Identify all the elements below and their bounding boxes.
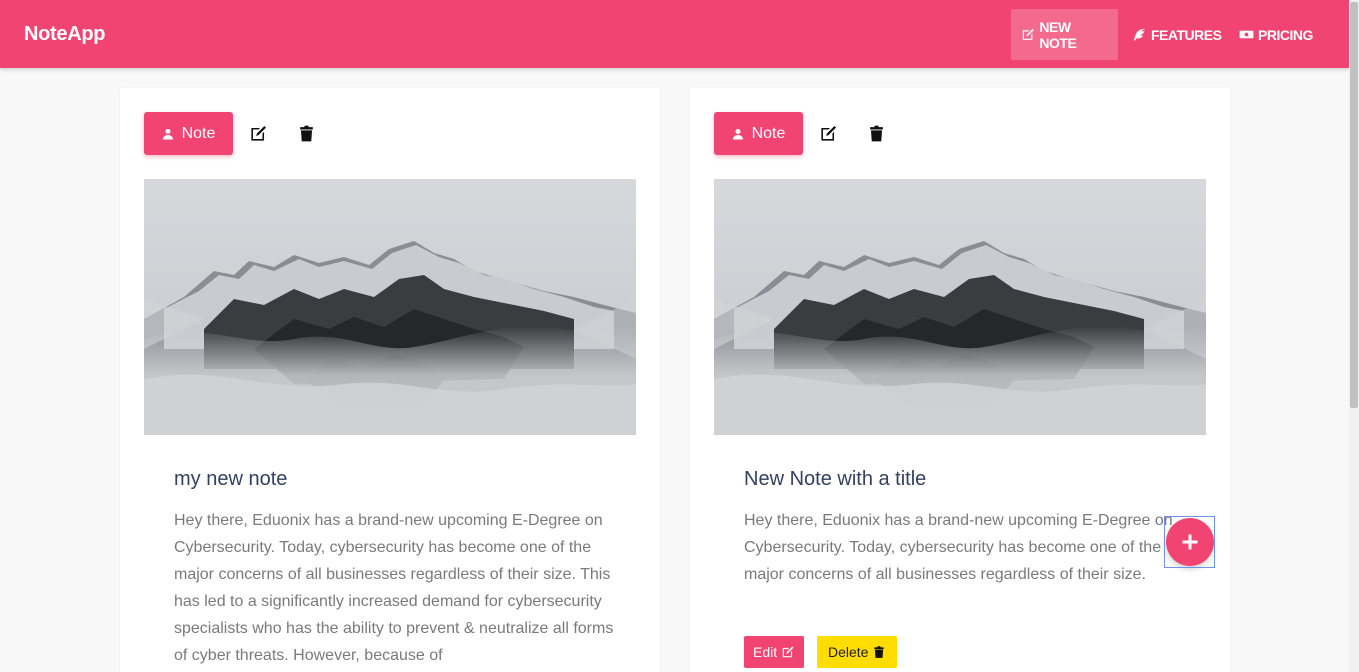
nav-new-note[interactable]: NEW NOTE xyxy=(1011,9,1118,60)
note-body-text: Hey there, Eduonix has a brand-new upcom… xyxy=(174,512,614,664)
mountain-image xyxy=(144,179,636,435)
trash-icon xyxy=(874,646,885,658)
note-title: my new note xyxy=(174,468,288,490)
note-badge-button[interactable]: Note xyxy=(144,112,233,155)
delete-note-icon-button[interactable] xyxy=(295,122,317,144)
money-icon xyxy=(1239,30,1254,39)
note-badge-label: Note xyxy=(181,124,216,142)
user-icon xyxy=(162,128,173,139)
scrollbar-thumb[interactable] xyxy=(1350,2,1358,408)
edit-icon xyxy=(250,125,266,141)
nav-features-label: FEATURES xyxy=(1151,26,1222,43)
edit-icon xyxy=(820,125,836,141)
edit-note-icon-button[interactable] xyxy=(817,122,839,144)
edit-icon xyxy=(1022,28,1034,40)
note-badge-button[interactable]: Note xyxy=(714,112,803,155)
page-scrollbar[interactable] xyxy=(1349,0,1359,672)
nav-features[interactable]: FEATURES xyxy=(1122,9,1231,60)
edit-button-label: Edit xyxy=(753,644,778,660)
delete-note-icon-button[interactable] xyxy=(865,122,887,144)
nav-pricing[interactable]: PRICING xyxy=(1229,9,1323,60)
nav-new-note-label: NEW NOTE xyxy=(1039,18,1077,51)
add-note-fab-button[interactable] xyxy=(1166,518,1214,566)
plus-icon xyxy=(1182,534,1198,550)
feather-icon xyxy=(1133,28,1146,41)
brand-logo[interactable]: NoteApp xyxy=(24,23,106,46)
edit-note-icon-button[interactable] xyxy=(247,122,269,144)
trash-icon xyxy=(299,125,313,141)
nav-pricing-label: PRICING xyxy=(1258,26,1313,43)
note-title: New Note with a title xyxy=(744,468,927,490)
trash-icon xyxy=(869,125,883,141)
note-body-text: Hey there, Eduonix has a brand-new upcom… xyxy=(744,512,1173,583)
note-card: Note New Note with a title Hey there, Ed… xyxy=(690,88,1230,672)
note-badge-label: Note xyxy=(751,124,786,142)
mountain-image xyxy=(714,179,1206,435)
user-icon xyxy=(732,128,743,139)
note-card: Note my new note Hey there, Eduonix has … xyxy=(120,88,660,672)
delete-button-label: Delete xyxy=(828,644,869,660)
delete-button[interactable]: Delete xyxy=(817,636,898,668)
edit-button[interactable]: Edit xyxy=(744,636,805,668)
top-navbar: NoteApp NEW NOTE FEATURES PRICING xyxy=(0,0,1349,68)
edit-icon xyxy=(782,646,794,658)
